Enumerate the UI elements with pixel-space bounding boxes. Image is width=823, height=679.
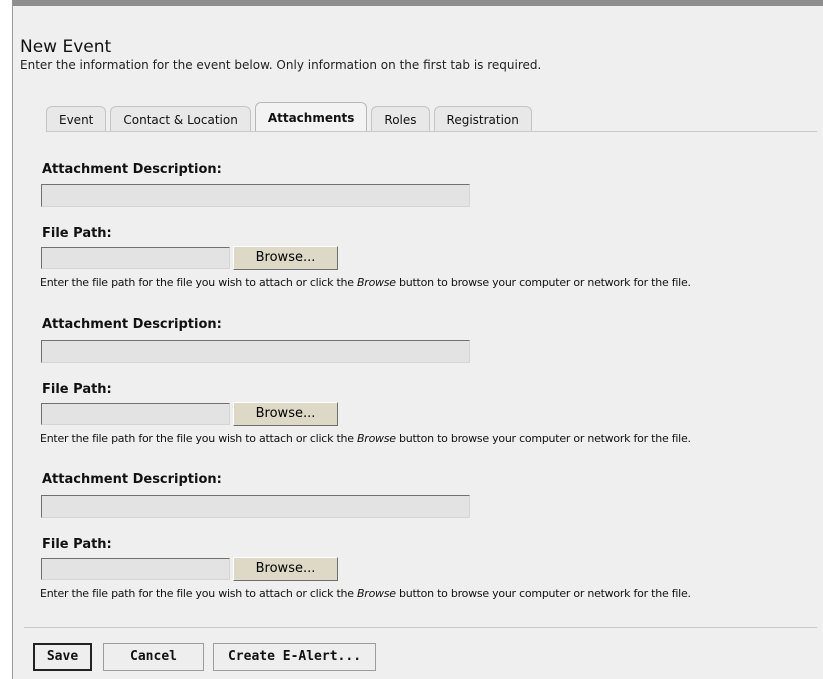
file-path-help: Enter the file path for the file you wis… xyxy=(40,587,691,600)
tab-registration[interactable]: Registration xyxy=(433,106,532,132)
tab-event[interactable]: Event xyxy=(46,106,107,132)
help-text-suffix: button to browse your computer or networ… xyxy=(395,432,691,445)
attachment-description-input[interactable] xyxy=(41,184,470,207)
tab-attachments[interactable]: Attachments xyxy=(254,102,368,132)
help-text-emphasis: Browse xyxy=(357,276,396,289)
help-text-emphasis: Browse xyxy=(357,587,396,600)
footer-divider xyxy=(24,627,817,628)
file-path-label: File Path: xyxy=(42,537,112,552)
page-title: New Event xyxy=(20,37,112,57)
help-text-suffix: button to browse your computer or networ… xyxy=(395,587,691,600)
create-e-alert-button[interactable]: Create E-Alert... xyxy=(213,643,376,671)
attachment-description-label: Attachment Description: xyxy=(42,162,222,177)
file-path-input[interactable] xyxy=(41,403,230,425)
file-path-input[interactable] xyxy=(41,558,230,580)
file-path-label: File Path: xyxy=(42,226,112,241)
page-header: New Event Enter the information for the … xyxy=(20,37,541,73)
attachment-description-label: Attachment Description: xyxy=(42,317,222,332)
tab-bar: Event Contact & Location Attachments Rol… xyxy=(46,102,536,132)
file-path-input[interactable] xyxy=(41,247,230,269)
tab-divider xyxy=(46,131,817,132)
help-text-prefix: Enter the file path for the file you wis… xyxy=(40,587,357,600)
attachment-description-input[interactable] xyxy=(41,495,470,518)
save-button[interactable]: Save xyxy=(33,643,92,671)
help-text-suffix: button to browse your computer or networ… xyxy=(395,276,691,289)
help-text-prefix: Enter the file path for the file you wis… xyxy=(40,432,357,445)
file-path-help: Enter the file path for the file you wis… xyxy=(40,432,691,445)
attachment-description-label: Attachment Description: xyxy=(42,472,222,487)
file-path-label: File Path: xyxy=(42,382,112,397)
help-text-prefix: Enter the file path for the file you wis… xyxy=(40,276,357,289)
browse-button[interactable]: Browse... xyxy=(233,557,338,581)
browse-button[interactable]: Browse... xyxy=(233,402,338,426)
file-path-help: Enter the file path for the file you wis… xyxy=(40,276,691,289)
cancel-button[interactable]: Cancel xyxy=(103,643,204,671)
browse-button[interactable]: Browse... xyxy=(233,246,338,270)
tab-contact-location[interactable]: Contact & Location xyxy=(110,106,251,132)
tab-roles[interactable]: Roles xyxy=(371,106,430,132)
help-text-emphasis: Browse xyxy=(357,432,396,445)
attachment-description-input[interactable] xyxy=(41,340,470,363)
page-subtitle: Enter the information for the event belo… xyxy=(20,58,542,72)
